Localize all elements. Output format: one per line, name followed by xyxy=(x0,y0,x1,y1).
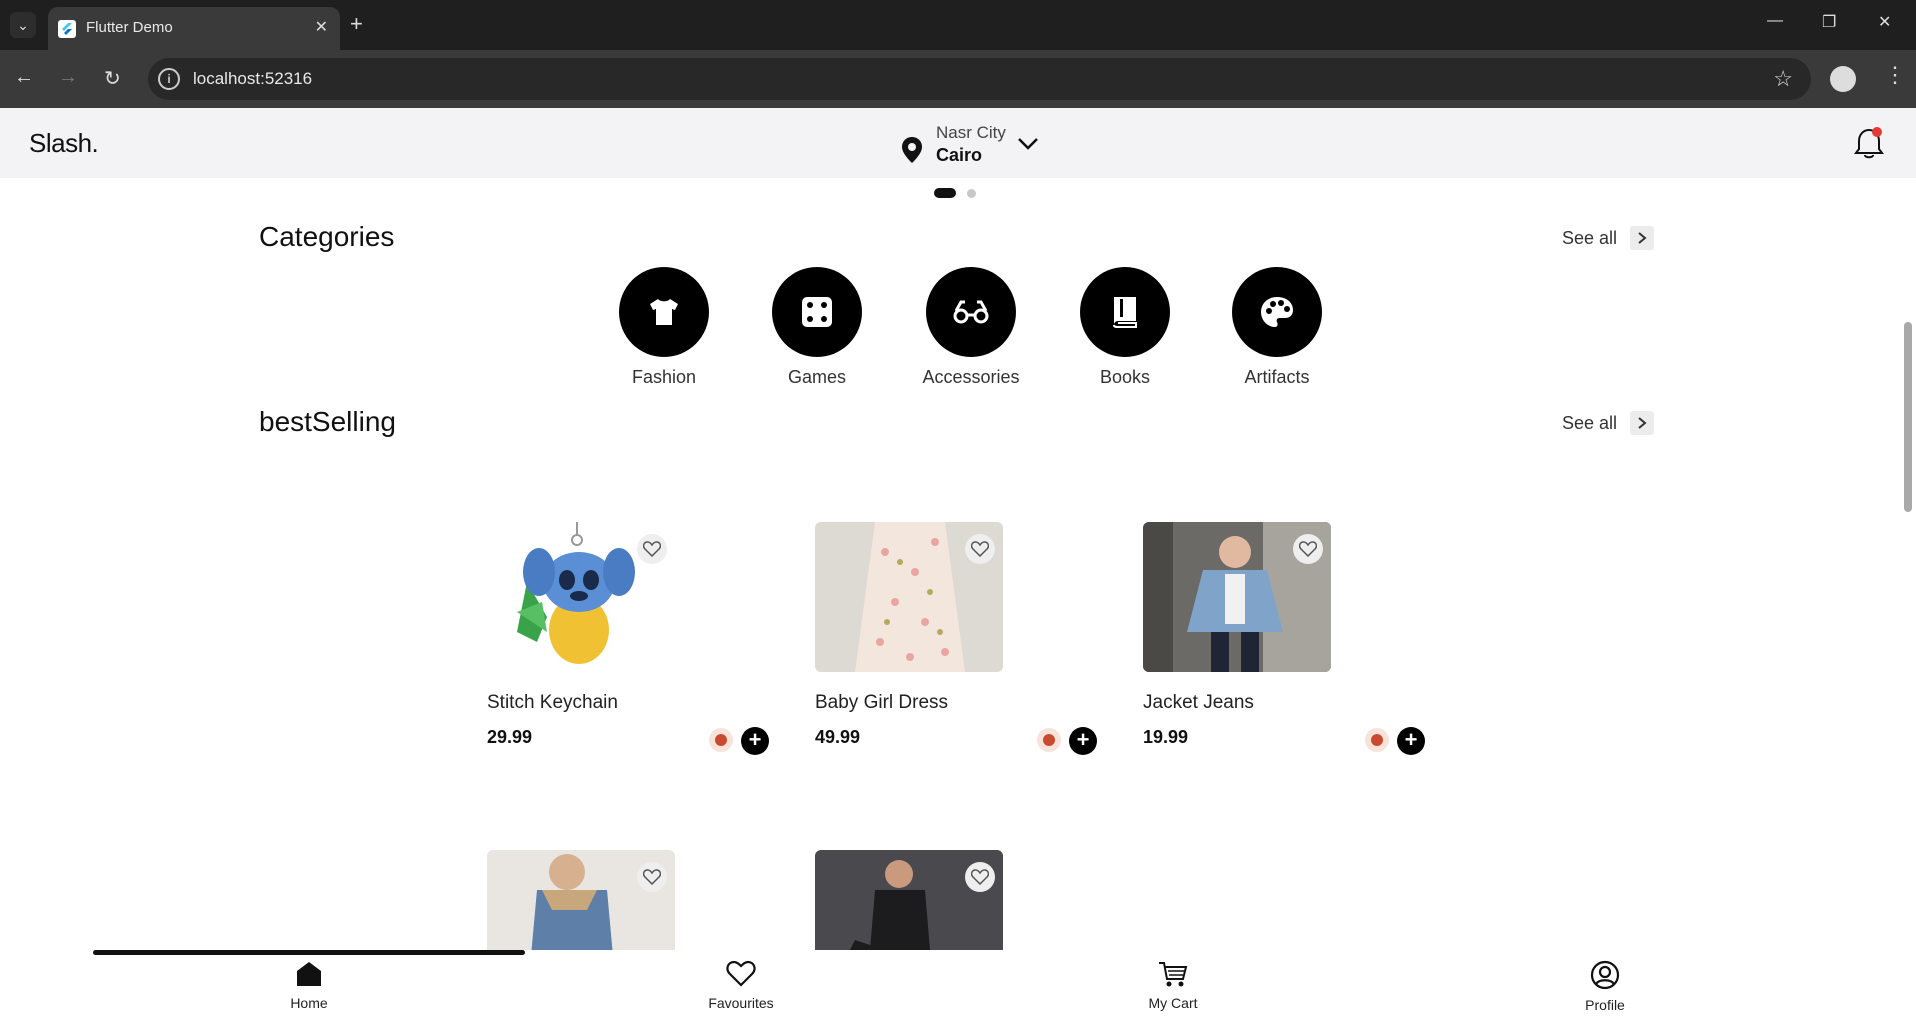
nav-my-cart[interactable]: My Cart xyxy=(1113,960,1233,1011)
address-bar[interactable]: i localhost:52316 ☆ xyxy=(148,58,1811,100)
location-city: Cairo xyxy=(936,145,983,165)
favourite-heart-icon[interactable] xyxy=(637,534,667,564)
product-price: 49.99 xyxy=(815,727,861,747)
flutter-favicon-icon xyxy=(58,20,76,38)
heart-icon xyxy=(726,960,756,987)
palette-icon xyxy=(1232,267,1322,357)
browser-tab[interactable]: Flutter Demo ✕ xyxy=(48,7,340,50)
add-to-cart-button[interactable]: + xyxy=(1069,727,1097,755)
browser-tab-strip: ⌄ Flutter Demo ✕ + — ❐ ✕ xyxy=(0,0,1916,50)
category-label: Artifacts xyxy=(1244,367,1310,387)
chevron-down-icon[interactable] xyxy=(1016,136,1040,152)
back-icon[interactable]: ← xyxy=(14,66,34,89)
carousel-dot[interactable] xyxy=(967,189,976,198)
location-pin-icon xyxy=(902,137,922,163)
app-header: Slash. Nasr City Cairo xyxy=(0,108,1916,178)
location-area: Nasr City xyxy=(936,123,1006,142)
nav-label: Home xyxy=(290,995,328,1011)
bookmark-star-icon[interactable]: ☆ xyxy=(1773,66,1793,92)
category-label: Games xyxy=(787,367,847,387)
categories-see-all-link[interactable]: See all xyxy=(1562,228,1617,249)
profile-icon xyxy=(1590,960,1620,990)
product-card[interactable] xyxy=(487,850,777,950)
tshirt-icon xyxy=(619,267,709,357)
book-icon xyxy=(1080,267,1170,357)
nav-label: Favourites xyxy=(708,995,774,1011)
page-scrollbar[interactable] xyxy=(1904,322,1912,512)
reload-icon[interactable]: ↻ xyxy=(104,66,121,91)
category-books[interactable]: Books xyxy=(1065,267,1185,388)
category-fashion[interactable]: Fashion xyxy=(604,267,724,388)
category-accessories[interactable]: Accessories xyxy=(911,267,1031,388)
forward-icon[interactable]: → xyxy=(58,66,78,89)
tab-close-icon[interactable]: ✕ xyxy=(315,17,328,37)
minimize-icon[interactable]: — xyxy=(1767,12,1783,30)
favourite-heart-icon[interactable] xyxy=(965,534,995,564)
product-price: 29.99 xyxy=(487,727,533,747)
product-price: 19.99 xyxy=(1143,727,1189,747)
brand-logo-icon xyxy=(1365,728,1389,752)
bottom-navigation: Home Favourites My Cart Profile xyxy=(0,950,1916,1016)
product-name: Baby Girl Dress xyxy=(815,692,949,713)
add-to-cart-button[interactable]: + xyxy=(741,727,769,755)
tab-search-icon[interactable]: ⌄ xyxy=(10,12,36,38)
site-info-icon[interactable]: i xyxy=(158,68,180,90)
restore-icon[interactable]: ❐ xyxy=(1822,12,1836,32)
best-selling-title: bestSelling xyxy=(259,406,396,437)
url-text[interactable]: localhost:52316 xyxy=(193,69,312,89)
nav-label: My Cart xyxy=(1148,995,1198,1011)
nav-favourites[interactable]: Favourites xyxy=(681,960,801,1011)
chevron-right-icon[interactable] xyxy=(1630,226,1654,250)
nav-profile[interactable]: Profile xyxy=(1545,960,1665,1013)
best-selling-see-all-link[interactable]: See all xyxy=(1562,413,1617,434)
category-label: Accessories xyxy=(922,367,1020,387)
cart-icon xyxy=(1159,962,1188,987)
window-close-icon[interactable]: ✕ xyxy=(1878,12,1891,32)
product-name: Stitch Keychain xyxy=(487,692,618,713)
product-card[interactable] xyxy=(815,850,1105,950)
notification-bell-icon[interactable] xyxy=(1851,126,1887,162)
product-name: Jacket Jeans xyxy=(1143,692,1254,713)
dice-icon xyxy=(772,267,862,357)
favourite-heart-icon[interactable] xyxy=(965,862,995,892)
brand-logo-icon xyxy=(1037,728,1061,752)
favourite-heart-icon[interactable] xyxy=(637,862,667,892)
nav-home[interactable]: Home xyxy=(249,960,369,1011)
nav-label: Profile xyxy=(1585,997,1625,1013)
new-tab-icon[interactable]: + xyxy=(350,12,363,36)
browser-menu-icon[interactable]: ⋮ xyxy=(1884,62,1906,88)
home-icon xyxy=(297,962,321,986)
category-artifacts[interactable]: Artifacts xyxy=(1217,267,1337,388)
nav-active-indicator xyxy=(93,950,525,955)
favourite-heart-icon[interactable] xyxy=(1293,534,1323,564)
tab-title: Flutter Demo xyxy=(86,19,173,36)
add-to-cart-button[interactable]: + xyxy=(1397,727,1425,755)
app-logo: Slash. xyxy=(29,128,99,158)
brand-logo-icon xyxy=(709,728,733,752)
category-label: Books xyxy=(1099,367,1151,387)
profile-avatar-icon[interactable] xyxy=(1830,66,1856,92)
carousel-dot-active[interactable] xyxy=(934,188,956,198)
categories-title: Categories xyxy=(259,221,395,252)
browser-toolbar: ← → ↻ i localhost:52316 ☆ ⋮ xyxy=(0,50,1916,108)
category-label: Fashion xyxy=(631,367,697,387)
glasses-icon xyxy=(926,267,1016,357)
category-games[interactable]: Games xyxy=(757,267,877,388)
chevron-right-icon[interactable] xyxy=(1630,411,1654,435)
